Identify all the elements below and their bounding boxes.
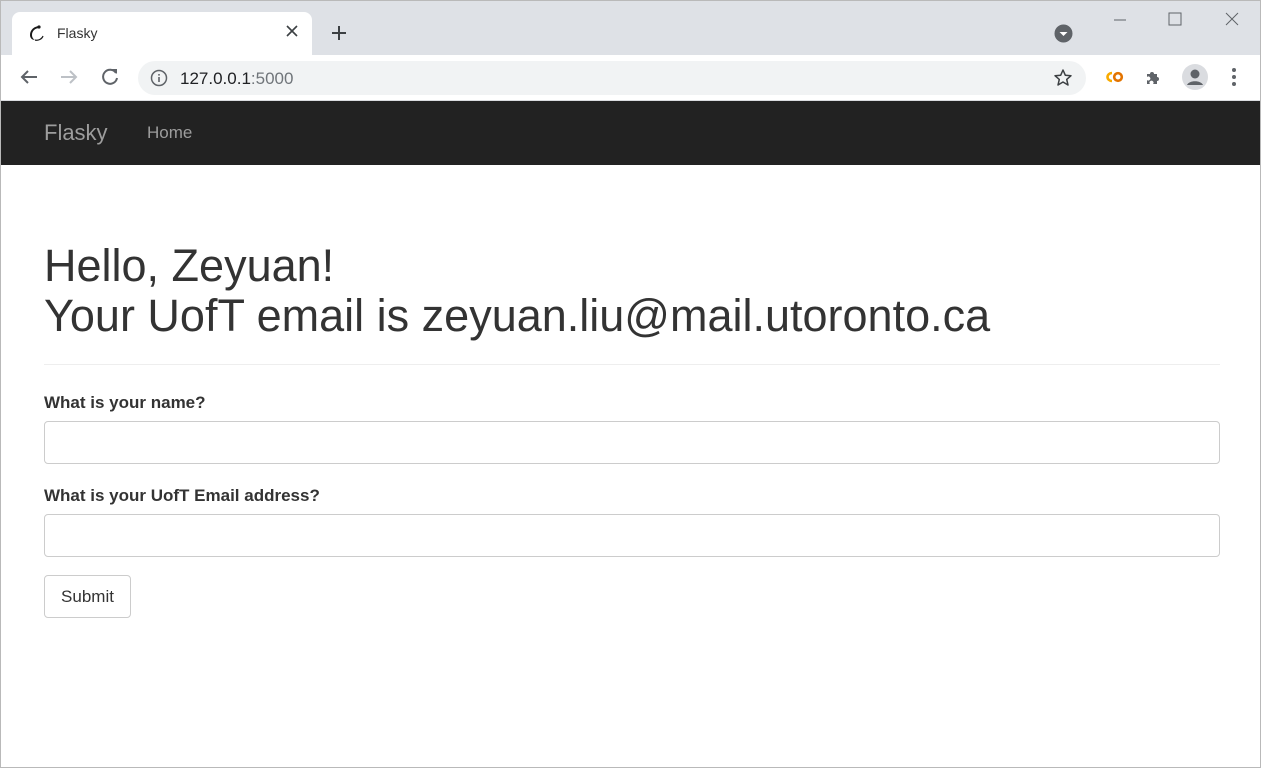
back-arrow-icon[interactable]: [17, 65, 41, 89]
name-field[interactable]: [44, 421, 1220, 464]
reload-icon[interactable]: [98, 65, 122, 89]
greeting-line-name: Hello, Zeyuan!: [44, 240, 335, 291]
window-close-icon[interactable]: [1222, 9, 1242, 29]
info-icon[interactable]: [150, 69, 168, 87]
avatar-icon[interactable]: [1182, 64, 1208, 90]
submit-button[interactable]: Submit: [44, 575, 131, 618]
email-label: What is your UofT Email address?: [44, 486, 320, 505]
url-port: :5000: [250, 69, 294, 88]
page-header: Hello, Zeyuan! Your UofT email is zeyuan…: [44, 241, 990, 341]
address-bar[interactable]: 127.0.0.1:5000: [138, 61, 1086, 95]
browser-toolbar: 127.0.0.1:5000: [1, 55, 1260, 101]
email-field[interactable]: [44, 514, 1220, 557]
site-navbar: Flasky Home: [1, 101, 1260, 165]
minimize-icon[interactable]: [1110, 9, 1130, 29]
tab-strip: Flasky: [1, 1, 1260, 55]
puzzle-icon[interactable]: [1142, 65, 1166, 89]
url-text: 127.0.0.1:5000: [180, 69, 293, 89]
greeting-line-email: Your UofT email is zeyuan.liu@mail.utoro…: [44, 290, 991, 341]
url-host: 127.0.0.1: [180, 69, 251, 88]
tab-search-icon[interactable]: [1054, 24, 1073, 43]
nav-link-home[interactable]: Home: [147, 123, 192, 143]
tab-flasky[interactable]: Flasky: [12, 12, 312, 55]
plus-icon[interactable]: [327, 21, 351, 45]
star-icon[interactable]: [1053, 68, 1073, 88]
name-label: What is your name?: [44, 393, 206, 412]
kebab-menu-icon[interactable]: [1222, 65, 1246, 89]
tab-title: Flasky: [57, 25, 98, 41]
colab-icon[interactable]: [1102, 65, 1126, 89]
navbar-brand[interactable]: Flasky: [44, 120, 108, 146]
forward-arrow-icon[interactable]: [57, 65, 81, 89]
browser-window: Flasky 127.0.0.1:5000 Flasky Home Hello,…: [0, 0, 1261, 768]
flask-horn-icon: [30, 25, 44, 41]
close-icon[interactable]: [283, 22, 301, 40]
header-divider: [44, 364, 1220, 365]
maximize-icon[interactable]: [1165, 9, 1185, 29]
